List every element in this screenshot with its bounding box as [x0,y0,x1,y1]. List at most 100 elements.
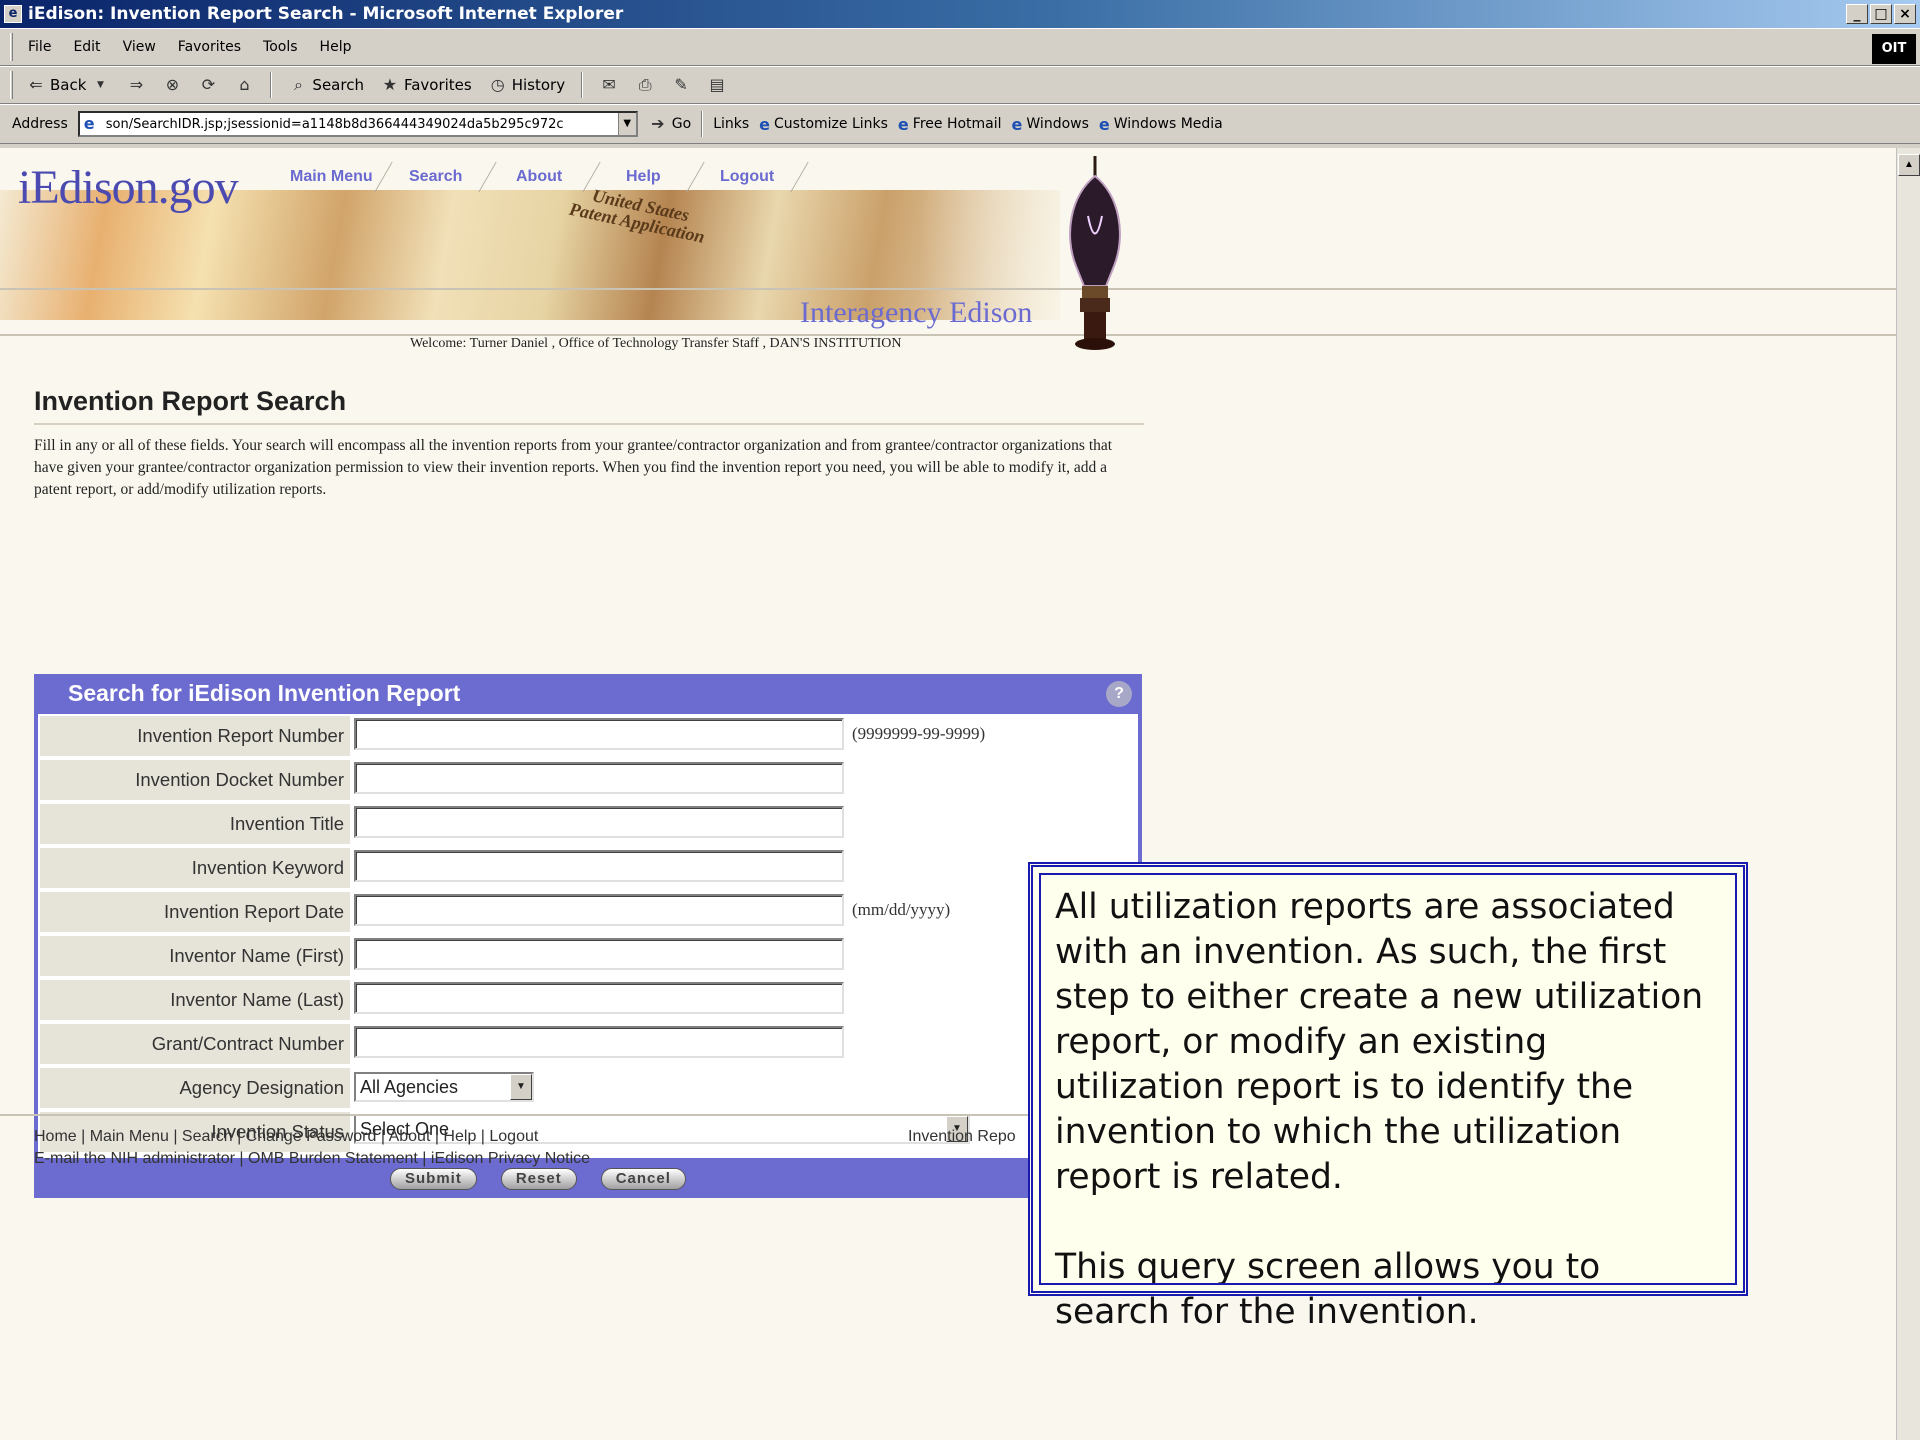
discuss-icon[interactable]: ▤ [707,75,727,95]
field-row: Invention Report Number (9999999-99-9999… [38,714,1138,758]
standard-toolbar: ⇐ Back ▼ ⇒ ⊗ ⟳ ⌂ ⌕ Search ★ Favorites ◷ … [0,66,1920,104]
field-row: Invention Report Date (mm/dd/yyyy) [38,890,1138,934]
toolbar-grip [10,71,13,99]
field-label: Invention Keyword [40,848,350,888]
submit-button[interactable]: Submit [390,1168,477,1190]
print-icon[interactable]: ⎙ [635,75,655,95]
field-label: Grant/Contract Number [40,1024,350,1064]
banner-rule [0,334,1896,336]
address-dropdown-icon[interactable]: ▼ [617,113,636,135]
search-label: Search [312,76,364,94]
link-label: Windows Media [1113,116,1223,132]
callout-paragraph: This query screen allows you to search f… [1055,1247,1601,1332]
nav-label: Help [626,168,661,185]
invention-keyword-input[interactable] [354,850,844,882]
menu-file[interactable]: File [28,39,51,55]
maximize-button[interactable]: □ [1870,4,1892,24]
back-label: Back [50,76,87,94]
field-row: Inventor Name (Last) [38,978,1138,1022]
site-subtitle: Interagency Edison [800,296,1033,329]
search-button[interactable]: ⌕ Search [288,75,364,95]
footer-rule [0,1114,1140,1116]
close-button[interactable]: × [1894,4,1916,24]
address-url: son/SearchIDR.jsp;jsessionid=a1148b8d366… [105,116,564,132]
agency-designation-select[interactable]: All Agencies ▼ [354,1072,534,1102]
stop-icon[interactable]: ⊗ [162,75,182,95]
menu-favorites[interactable]: Favorites [178,39,241,55]
invention-docket-number-input[interactable] [354,762,844,794]
forward-arrow-icon[interactable]: ⇒ [126,75,146,95]
minimize-button[interactable]: _ [1846,4,1868,24]
nav-label: Main Menu [290,168,373,185]
vertical-scrollbar[interactable]: ▲ [1896,148,1920,1440]
go-button[interactable]: ➔ Go [648,114,691,134]
invention-report-number-input[interactable] [354,718,844,750]
site-banner: United States Patent Application iEdison… [0,148,1896,351]
help-icon[interactable]: ? [1106,681,1132,707]
grant-contract-number-input[interactable] [354,1026,844,1058]
menu-bar: File Edit View Favorites Tools Help OIT [0,28,1920,66]
reset-button[interactable]: Reset [500,1168,577,1190]
link-label: Windows [1026,116,1089,132]
footer-info-links[interactable]: E-mail the NIH administrator | OMB Burde… [34,1150,590,1168]
edit-icon[interactable]: ✎ [671,75,691,95]
nav-search[interactable]: Search [375,162,497,192]
menu-help[interactable]: Help [320,39,352,55]
nav-main-menu[interactable]: Main Menu [271,162,393,192]
go-arrow-icon: ➔ [651,114,665,133]
address-bar: Address e son/SearchIDR.jsp;jsessionid=a… [0,104,1920,144]
field-row: Grant/Contract Number [38,1022,1138,1066]
inventor-first-name-input[interactable] [354,938,844,970]
address-input[interactable]: e son/SearchIDR.jsp;jsessionid=a1148b8d3… [77,111,638,137]
field-row: Invention Docket Number [38,758,1138,802]
links-label: Links [713,116,750,132]
cancel-button[interactable]: Cancel [600,1168,686,1190]
field-row: Invention Title [38,802,1138,846]
site-logo[interactable]: iEdison.gov [18,160,239,215]
field-label: Invention Report Date [40,892,350,932]
scroll-up-icon[interactable]: ▲ [1898,154,1920,176]
format-hint: (mm/dd/yyyy) [852,900,951,919]
link-windows[interactable]: e Windows [1012,115,1089,134]
menu-tools[interactable]: Tools [263,39,298,55]
chevron-down-icon: ▼ [96,80,104,90]
favorites-label: Favorites [403,76,472,94]
tutorial-callout: All utilization reports are associated w… [1028,862,1748,1332]
link-customize-links[interactable]: e Customize Links [759,115,888,134]
mail-icon[interactable]: ✉ [599,75,619,95]
nav-logout[interactable]: Logout [687,162,809,192]
field-label: Invention Title [40,804,350,844]
link-windows-media[interactable]: e Windows Media [1099,115,1223,134]
nav-label: About [516,168,563,185]
invention-report-date-input[interactable] [354,894,844,926]
callout-paragraph: All utilization reports are associated w… [1055,887,1704,1197]
inventor-last-name-input[interactable] [354,982,844,1014]
invention-title-input[interactable] [354,806,844,838]
search-form: Search for iEdison Invention Report ? In… [34,674,1142,1198]
home-icon[interactable]: ⌂ [234,75,254,95]
field-label: Inventor Name (First) [40,936,350,976]
footer-nav-links[interactable]: Home | Main Menu | Search | Change Passw… [34,1128,538,1146]
back-button[interactable]: ⇐ Back ▼ [26,75,110,95]
field-label: Invention Docket Number [40,760,350,800]
history-button[interactable]: ◷ History [488,75,565,95]
field-row: Inventor Name (First) [38,934,1138,978]
nav-help[interactable]: Help [583,162,705,192]
toolbar-separator [581,72,584,98]
oit-badge: OIT [1872,34,1916,64]
favorites-button[interactable]: ★ Favorites [380,75,472,95]
history-icon: ◷ [490,75,505,94]
nav-about[interactable]: About [479,162,601,192]
lightbulb-icon [1069,156,1121,350]
nav-label: Search [408,168,463,185]
form-body: Invention Report Number (9999999-99-9999… [38,714,1138,1158]
ie-app-icon: e [4,5,22,23]
page-title: Invention Report Search [34,386,1144,425]
link-free-hotmail[interactable]: e Free Hotmail [898,115,1002,134]
refresh-icon[interactable]: ⟳ [198,75,218,95]
ie-link-icon: e [1011,114,1023,134]
field-label: Invention Report Number [40,716,350,756]
menu-edit[interactable]: Edit [73,39,100,55]
menu-view[interactable]: View [123,39,156,55]
site-nav: Main Menu Search About Help Logout [271,162,809,192]
